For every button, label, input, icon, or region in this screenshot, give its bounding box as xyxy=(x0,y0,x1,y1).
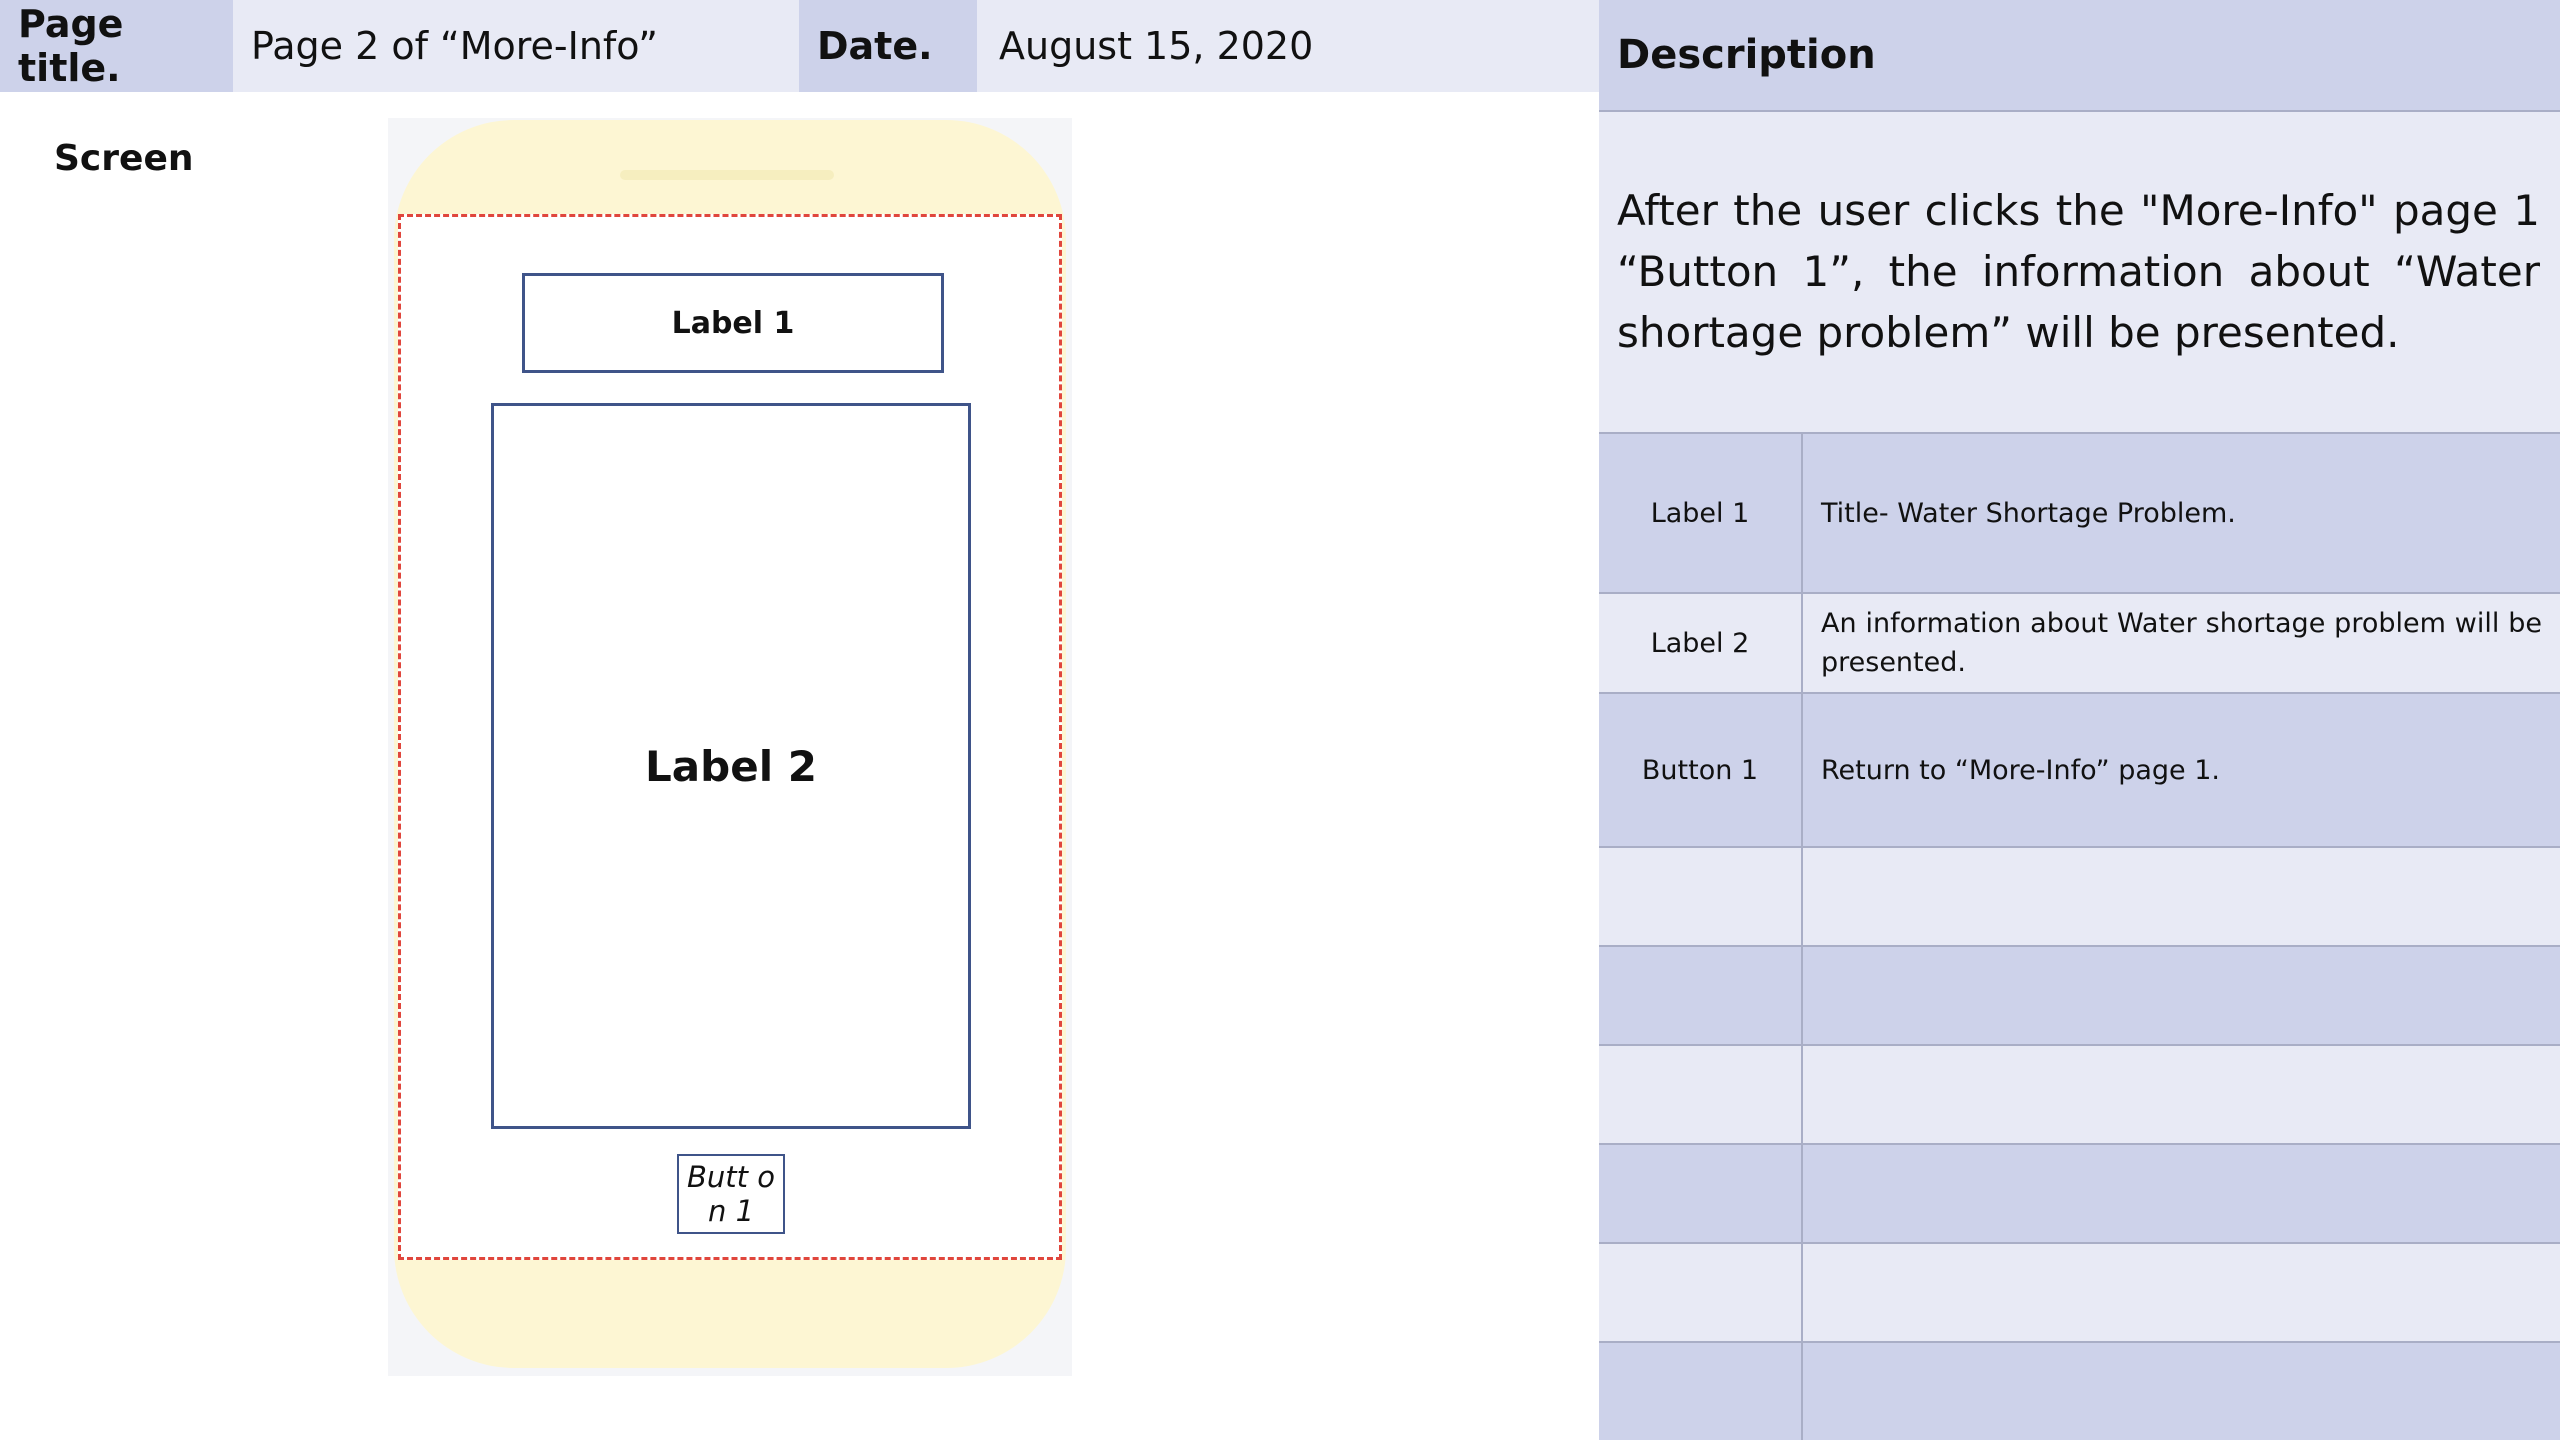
table-row xyxy=(1599,1046,2560,1145)
component-name xyxy=(1599,848,1803,945)
component-description xyxy=(1803,848,2560,945)
component-name xyxy=(1599,1244,1803,1341)
component-description: An information about Water shortage prob… xyxy=(1821,608,2542,678)
table-row xyxy=(1599,947,2560,1046)
phone-speaker xyxy=(620,170,834,180)
page-title-value: Page 2 of “More-Info” xyxy=(233,0,799,92)
component-description: Return to “More-Info” page 1. xyxy=(1821,754,2221,786)
table-row: Button 1 Return to “More-Info” page 1. xyxy=(1599,694,2560,848)
date-value: August 15, 2020 xyxy=(977,0,1599,92)
component-description xyxy=(1803,1343,2560,1440)
component-name xyxy=(1599,1046,1803,1143)
table-row: Label 2 An information about Water short… xyxy=(1599,594,2560,694)
storyboard-page: Page title. Page 2 of “More-Info” Date. … xyxy=(0,0,2560,1440)
table-row: Label 1 Title- Water Shortage Problem. xyxy=(1599,434,2560,594)
component-name: Label 1 xyxy=(1599,434,1803,592)
component-table: Label 1 Title- Water Shortage Problem. L… xyxy=(1599,434,2560,1440)
table-row xyxy=(1599,1244,2560,1343)
component-name xyxy=(1599,1145,1803,1242)
wireframe-label-2: Label 2 xyxy=(491,403,971,1129)
component-name xyxy=(1599,1343,1803,1440)
screen-label: Screen xyxy=(54,138,194,179)
wireframe-label-1: Label 1 xyxy=(522,273,944,373)
description-text: After the user clicks the "More-Info" pa… xyxy=(1599,112,2560,434)
date-label: Date. xyxy=(799,0,977,92)
component-name: Label 2 xyxy=(1599,594,1803,692)
component-description xyxy=(1803,1046,2560,1143)
component-name xyxy=(1599,947,1803,1044)
table-row xyxy=(1599,848,2560,947)
wireframe-button-1[interactable]: Butt on 1 xyxy=(677,1154,785,1234)
table-row xyxy=(1599,1343,2560,1440)
page-title-label: Page title. xyxy=(0,0,233,92)
component-description: Title- Water Shortage Problem. xyxy=(1821,497,2236,529)
description-heading: Description xyxy=(1599,0,2560,112)
component-description xyxy=(1803,1145,2560,1242)
component-description xyxy=(1803,1244,2560,1341)
table-row xyxy=(1599,1145,2560,1244)
component-description xyxy=(1803,947,2560,1044)
component-name: Button 1 xyxy=(1599,694,1803,846)
